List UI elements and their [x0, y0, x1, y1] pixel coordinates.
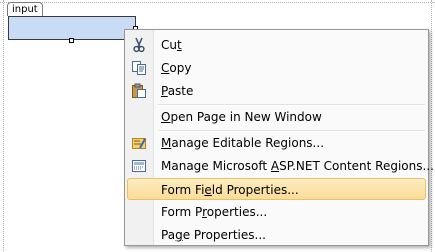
- scissors-icon: [130, 36, 148, 54]
- menu-item-cut[interactable]: Cut: [127, 34, 426, 56]
- menu-item-form-properties[interactable]: Form Properties...: [127, 201, 426, 223]
- menu-item-copy[interactable]: Copy: [127, 57, 426, 79]
- menu-item-page-properties[interactable]: Page Properties...: [127, 224, 426, 246]
- left-guide-line: [3, 0, 4, 252]
- top-guide-line: [0, 2, 435, 3]
- right-guide-line: [431, 0, 432, 252]
- editable-regions-icon: [130, 134, 148, 152]
- menu-item-manage-content-regions[interactable]: Manage Microsoft ASP.NET Content Regions…: [127, 155, 434, 177]
- resize-handle-bottom[interactable]: [69, 38, 74, 43]
- context-menu: Cut Copy Paste Open Page in New Window M…: [124, 29, 434, 246]
- menu-item-manage-editable-regions[interactable]: Manage Editable Regions...: [127, 132, 426, 154]
- menu-item-open-page-new-window[interactable]: Open Page in New Window: [127, 106, 426, 128]
- content-regions-icon: [130, 157, 148, 175]
- paste-icon: [130, 82, 148, 100]
- menu-item-form-field-properties[interactable]: Form Field Properties...: [127, 178, 426, 200]
- tag-label: input: [7, 2, 43, 16]
- text-input-field[interactable]: [8, 16, 136, 40]
- copy-icon: [130, 59, 148, 77]
- menu-item-paste[interactable]: Paste: [127, 80, 426, 102]
